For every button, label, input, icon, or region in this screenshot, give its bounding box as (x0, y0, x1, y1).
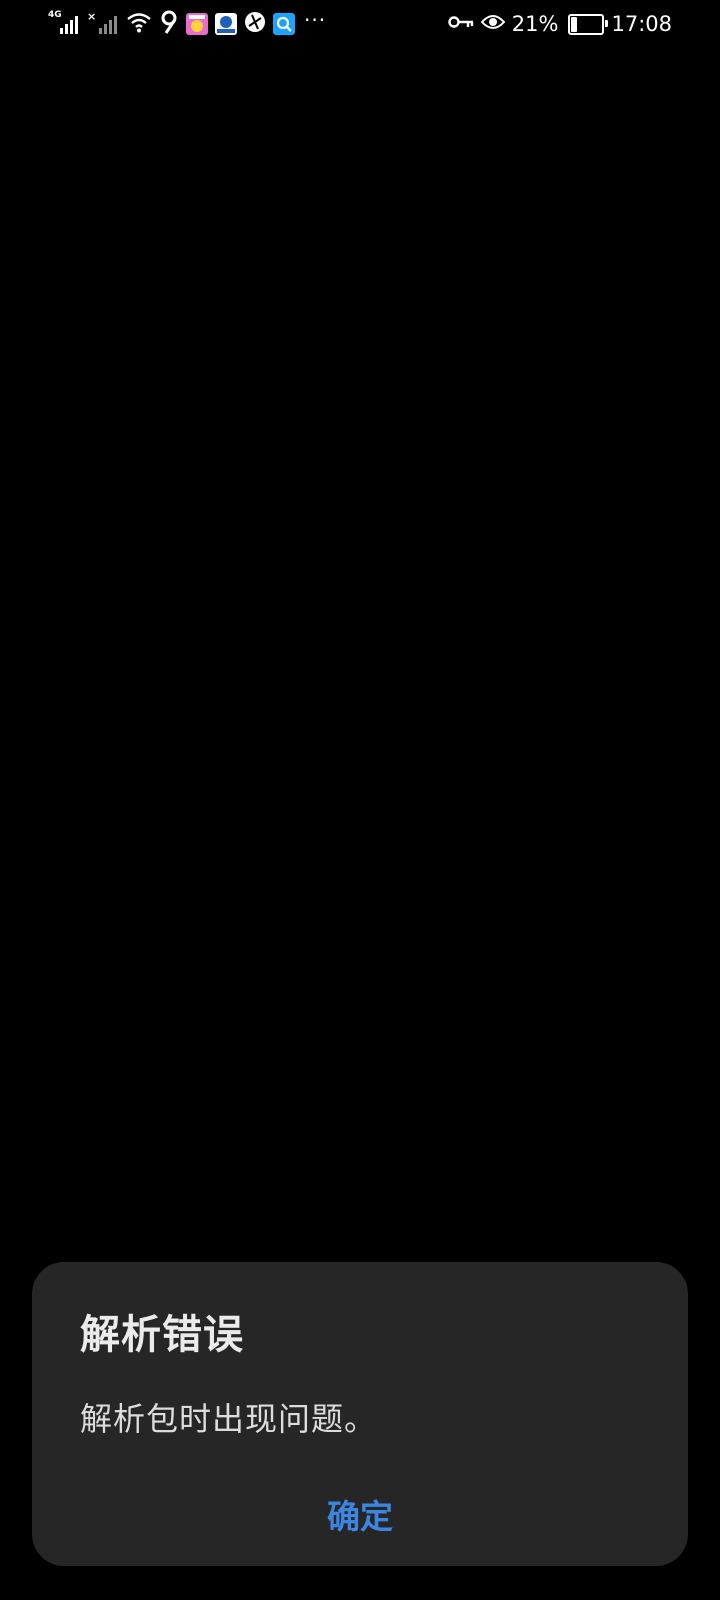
battery-percent: 21% (511, 12, 559, 36)
more-notifications-icon: ··· (304, 8, 327, 32)
status-bar: 4G × ··· 21% 17:08 (0, 0, 720, 48)
no-signal-mark: × (87, 10, 97, 23)
dialog-message: 解析包时出现问题。 (80, 1400, 378, 1438)
parse-error-dialog: 解析错误 解析包时出现问题。 确定 (32, 1262, 688, 1566)
wifi-icon (126, 11, 152, 37)
network-type-label: 4G (48, 10, 62, 20)
battery-icon (568, 13, 609, 35)
battery-nub (605, 19, 609, 27)
confirm-button[interactable]: 确定 (32, 1478, 688, 1550)
app-notification-icon (159, 10, 179, 38)
key-icon (448, 14, 474, 34)
battery-fill (571, 16, 577, 32)
status-right: 21% 17:08 (448, 10, 672, 38)
clock: 17:08 (611, 12, 672, 36)
eye-icon (480, 13, 506, 35)
signal-no-sim-icon: × (87, 10, 119, 36)
signal-4g-icon: 4G (48, 10, 80, 36)
app-notification-icon (215, 13, 237, 35)
app-notification-icon (273, 13, 295, 35)
app-notification-icon (186, 13, 208, 35)
dialog-title: 解析错误 (80, 1312, 244, 1358)
status-left: 4G × ··· (48, 8, 327, 38)
app-notification-icon (244, 11, 266, 37)
